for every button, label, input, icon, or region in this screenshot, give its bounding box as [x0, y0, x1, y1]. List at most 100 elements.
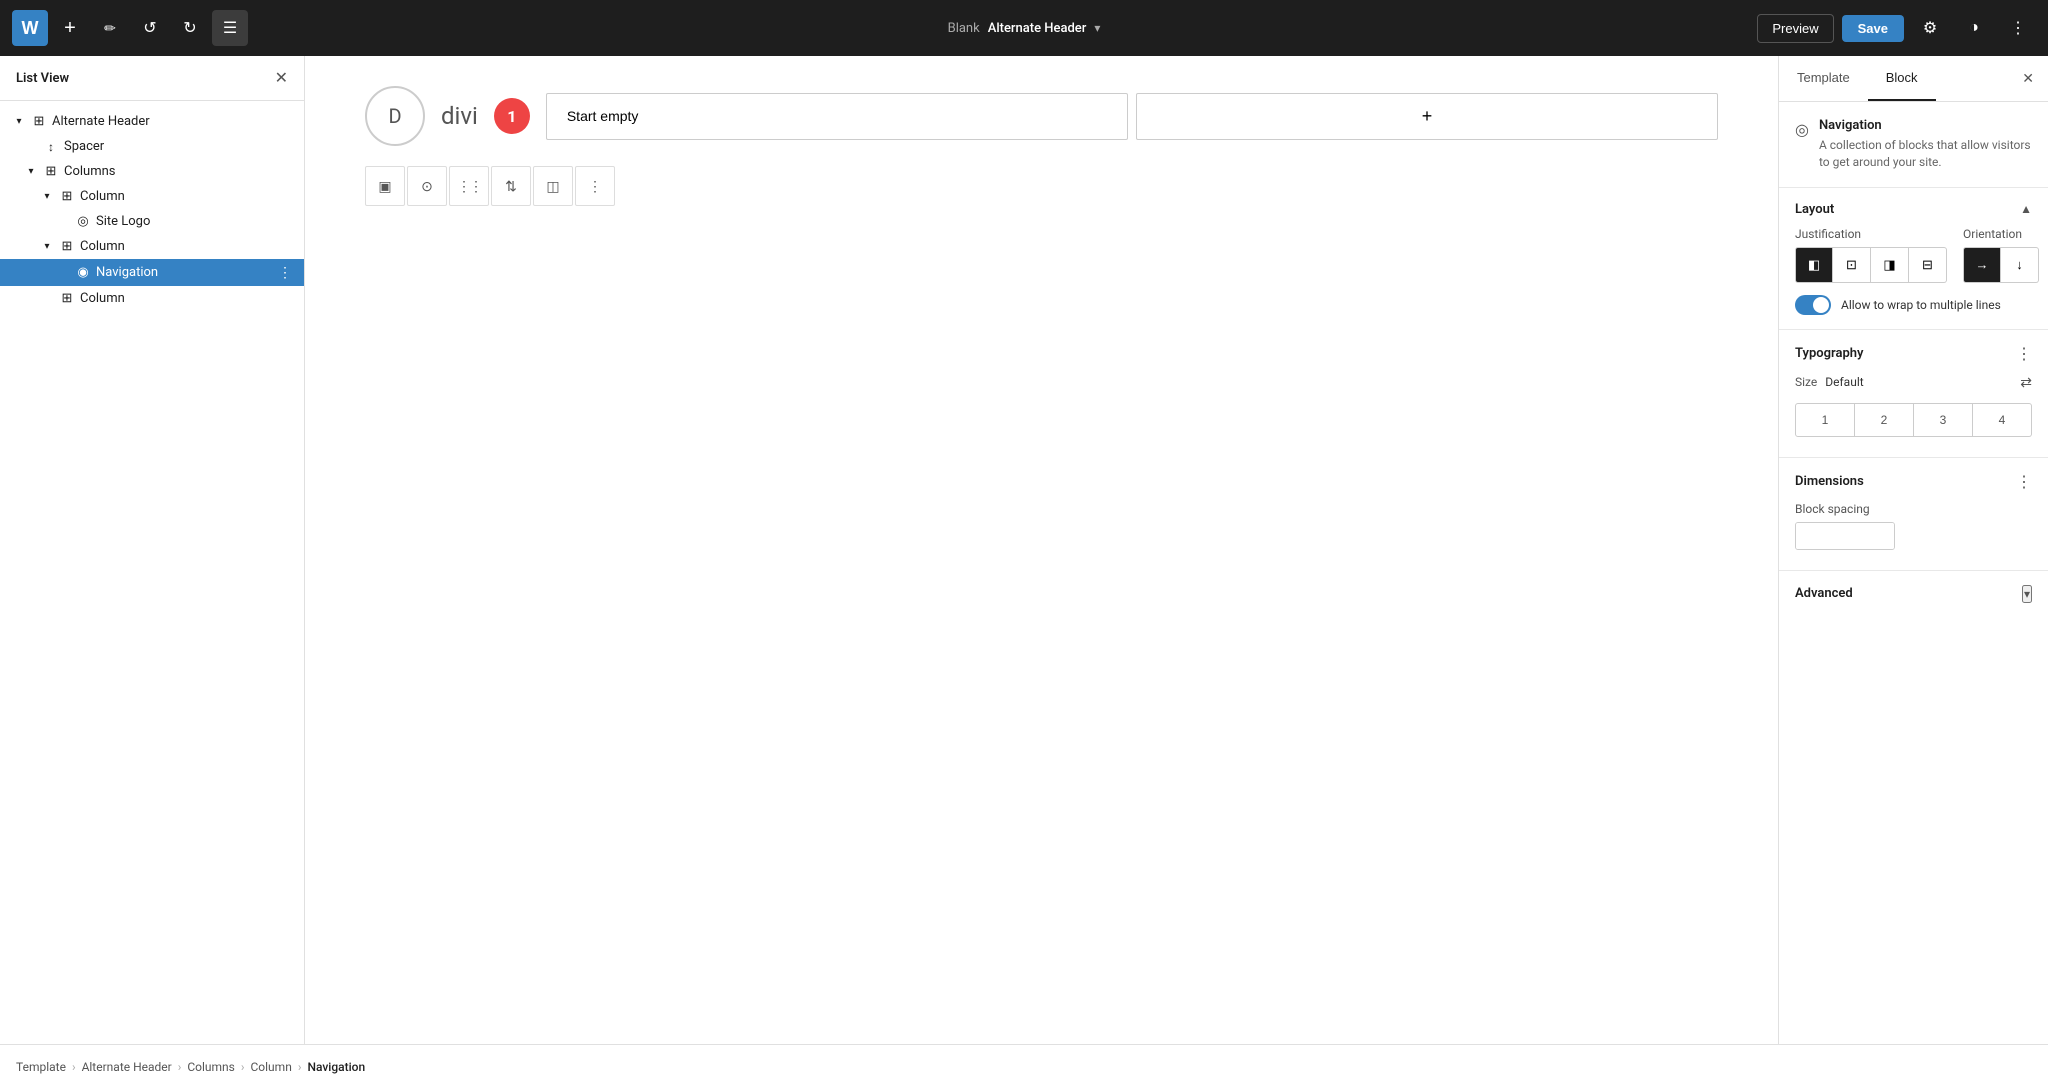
justification-row: Justification ◧ ⊡ ◨ ⊟ Orientation →: [1779, 227, 2048, 295]
dimensions-section: Dimensions ⋮ Block spacing PX: [1779, 458, 2048, 571]
circle-settings-icon: ⊙: [421, 178, 433, 195]
tree-label: Site Logo: [96, 214, 150, 229]
size-3-button[interactable]: 3: [1914, 403, 1973, 437]
tree-label: Navigation: [96, 265, 158, 280]
save-button[interactable]: Save: [1842, 15, 1904, 42]
tree-item-column1[interactable]: ▾ ⊞ Column: [0, 184, 304, 209]
more-options-button[interactable]: ⋮: [2000, 10, 2036, 46]
nav-block-icon: ◎: [1795, 120, 1809, 139]
layout-section-toggle[interactable]: ▲: [2020, 202, 2032, 216]
list-view-button[interactable]: ☰: [212, 10, 248, 46]
pencil-icon: ✏: [104, 20, 116, 37]
drag-tool-button[interactable]: ⋮⋮: [449, 166, 489, 206]
nav-block-description: A collection of blocks that allow visito…: [1819, 137, 2032, 171]
tab-block[interactable]: Block: [1868, 56, 1936, 101]
logo-text: divi: [441, 102, 478, 130]
canvas-header: D divi 1 Start empty +: [365, 86, 1718, 146]
start-empty-button[interactable]: Start empty: [546, 93, 1128, 140]
settings-button[interactable]: ⚙: [1912, 10, 1948, 46]
orient-horizontal-button[interactable]: →: [1963, 247, 2001, 283]
tree-item-column3[interactable]: ⊞ Column: [0, 286, 304, 311]
size-label: Size: [1795, 375, 1817, 389]
breadcrumb-template[interactable]: Template: [16, 1060, 66, 1074]
breadcrumb-alternate-header[interactable]: Alternate Header: [82, 1060, 172, 1074]
navigation-more-button[interactable]: ⋮: [278, 264, 292, 281]
tree-label: Spacer: [64, 139, 104, 154]
more-options-icon: ⋮: [588, 178, 602, 195]
wp-logo-icon: W: [22, 18, 39, 39]
columns-icon: ⊞: [42, 164, 60, 179]
style-button[interactable]: ◑: [1956, 10, 1992, 46]
dimensions-more-button[interactable]: ⋮: [2016, 472, 2032, 492]
size-1-button[interactable]: 1: [1795, 403, 1855, 437]
toolbar: W + ✏ ↺ ↻ ☰ Blank Alternate Header ▾ Pre…: [0, 0, 2048, 56]
tree-item-column2[interactable]: ▾ ⊞ Column: [0, 234, 304, 259]
wrap-label: Allow to wrap to multiple lines: [1841, 298, 2001, 312]
add-new-block-button[interactable]: +: [1136, 93, 1718, 140]
dimensions-section-header: Dimensions ⋮: [1779, 458, 2048, 502]
just-space-button[interactable]: ⊟: [1909, 247, 1947, 283]
tree-item-columns[interactable]: ▾ ⊞ Columns: [0, 159, 304, 184]
breadcrumb-sep-2: ›: [178, 1060, 182, 1074]
gear-icon: ⚙: [1923, 18, 1937, 38]
chevron-icon: ▾: [24, 166, 38, 177]
size-buttons-group: 1 2 3 4: [1779, 403, 2048, 449]
sidebar-close-button[interactable]: ✕: [275, 68, 288, 88]
wp-logo-button[interactable]: W: [12, 10, 48, 46]
spacing-input[interactable]: [1796, 523, 1895, 549]
tab-template[interactable]: Template: [1779, 56, 1868, 101]
breadcrumb-navigation[interactable]: Navigation: [307, 1060, 365, 1074]
more-tool-button[interactable]: ⋮: [575, 166, 615, 206]
column-icon: ⊞: [58, 291, 76, 306]
just-right-button[interactable]: ◨: [1871, 247, 1909, 283]
wrap-toggle[interactable]: [1795, 295, 1831, 315]
blank-label: Blank: [948, 21, 980, 36]
layout-tool-button[interactable]: ▣: [365, 166, 405, 206]
align-tool-button[interactable]: ◫: [533, 166, 573, 206]
typography-more-button[interactable]: ⋮: [2016, 344, 2032, 364]
editor-title-group: Blank Alternate Header ▾: [948, 21, 1101, 36]
undo-icon: ↺: [143, 18, 156, 38]
just-left-button[interactable]: ◧: [1795, 247, 1833, 283]
undo-button[interactable]: ↺: [132, 10, 168, 46]
nav-block-info: ◎ Navigation A collection of blocks that…: [1779, 102, 2048, 188]
layout-section-header: Layout ▲: [1779, 188, 2048, 227]
main-area: List View ✕ ▾ ⊞ Alternate Header ↕ Space…: [0, 56, 2048, 1044]
arrows-tool-button[interactable]: ⇅: [491, 166, 531, 206]
more-icon: ⋮: [2010, 18, 2026, 38]
tree-item-spacer[interactable]: ↕ Spacer: [0, 134, 304, 159]
add-block-button[interactable]: +: [52, 10, 88, 46]
size-2-button[interactable]: 2: [1855, 403, 1914, 437]
breadcrumb-column[interactable]: Column: [250, 1060, 291, 1074]
tree-item-navigation[interactable]: ◉ Navigation ⋮: [0, 259, 304, 286]
orient-vertical-button[interactable]: ↓: [2001, 247, 2039, 283]
redo-button[interactable]: ↻: [172, 10, 208, 46]
tree-label: Alternate Header: [52, 114, 150, 129]
tree-item-alternate-header[interactable]: ▾ ⊞ Alternate Header: [0, 109, 304, 134]
advanced-chevron-button[interactable]: ▾: [2022, 585, 2032, 603]
size-4-button[interactable]: 4: [1973, 403, 2032, 437]
redo-icon: ↻: [183, 18, 196, 38]
orientation-group-col: Orientation → ↓: [1963, 227, 2039, 283]
settings-tool-button[interactable]: ⊙: [407, 166, 447, 206]
chevron-icon: ▾: [40, 241, 54, 252]
typography-section: Typography ⋮ Size Default ⇄ 1 2 3 4: [1779, 330, 2048, 458]
tree-label: Column: [80, 239, 125, 254]
panel-body: ◎ Navigation A collection of blocks that…: [1779, 102, 2048, 1044]
sidebar-title: List View: [16, 71, 69, 86]
size-row: Size Default ⇄: [1779, 374, 2048, 403]
preview-button[interactable]: Preview: [1757, 14, 1833, 43]
justification-label: Justification: [1795, 227, 1947, 241]
size-reset-button[interactable]: ⇄: [2020, 374, 2032, 391]
layout-icon: ▣: [378, 178, 391, 195]
tree-item-site-logo[interactable]: ◎ Site Logo: [0, 209, 304, 234]
breadcrumb-columns[interactable]: Columns: [187, 1060, 235, 1074]
title-chevron-button[interactable]: ▾: [1094, 21, 1100, 35]
spacer-icon: ↕: [42, 140, 60, 154]
just-center-button[interactable]: ⊡: [1833, 247, 1871, 283]
wrap-row: Allow to wrap to multiple lines: [1779, 295, 2048, 329]
block-spacing-row: Block spacing PX: [1779, 502, 2048, 562]
editor-title: Alternate Header: [988, 21, 1087, 36]
tools-button[interactable]: ✏: [92, 10, 128, 46]
panel-close-button[interactable]: ✕: [2008, 56, 2048, 101]
